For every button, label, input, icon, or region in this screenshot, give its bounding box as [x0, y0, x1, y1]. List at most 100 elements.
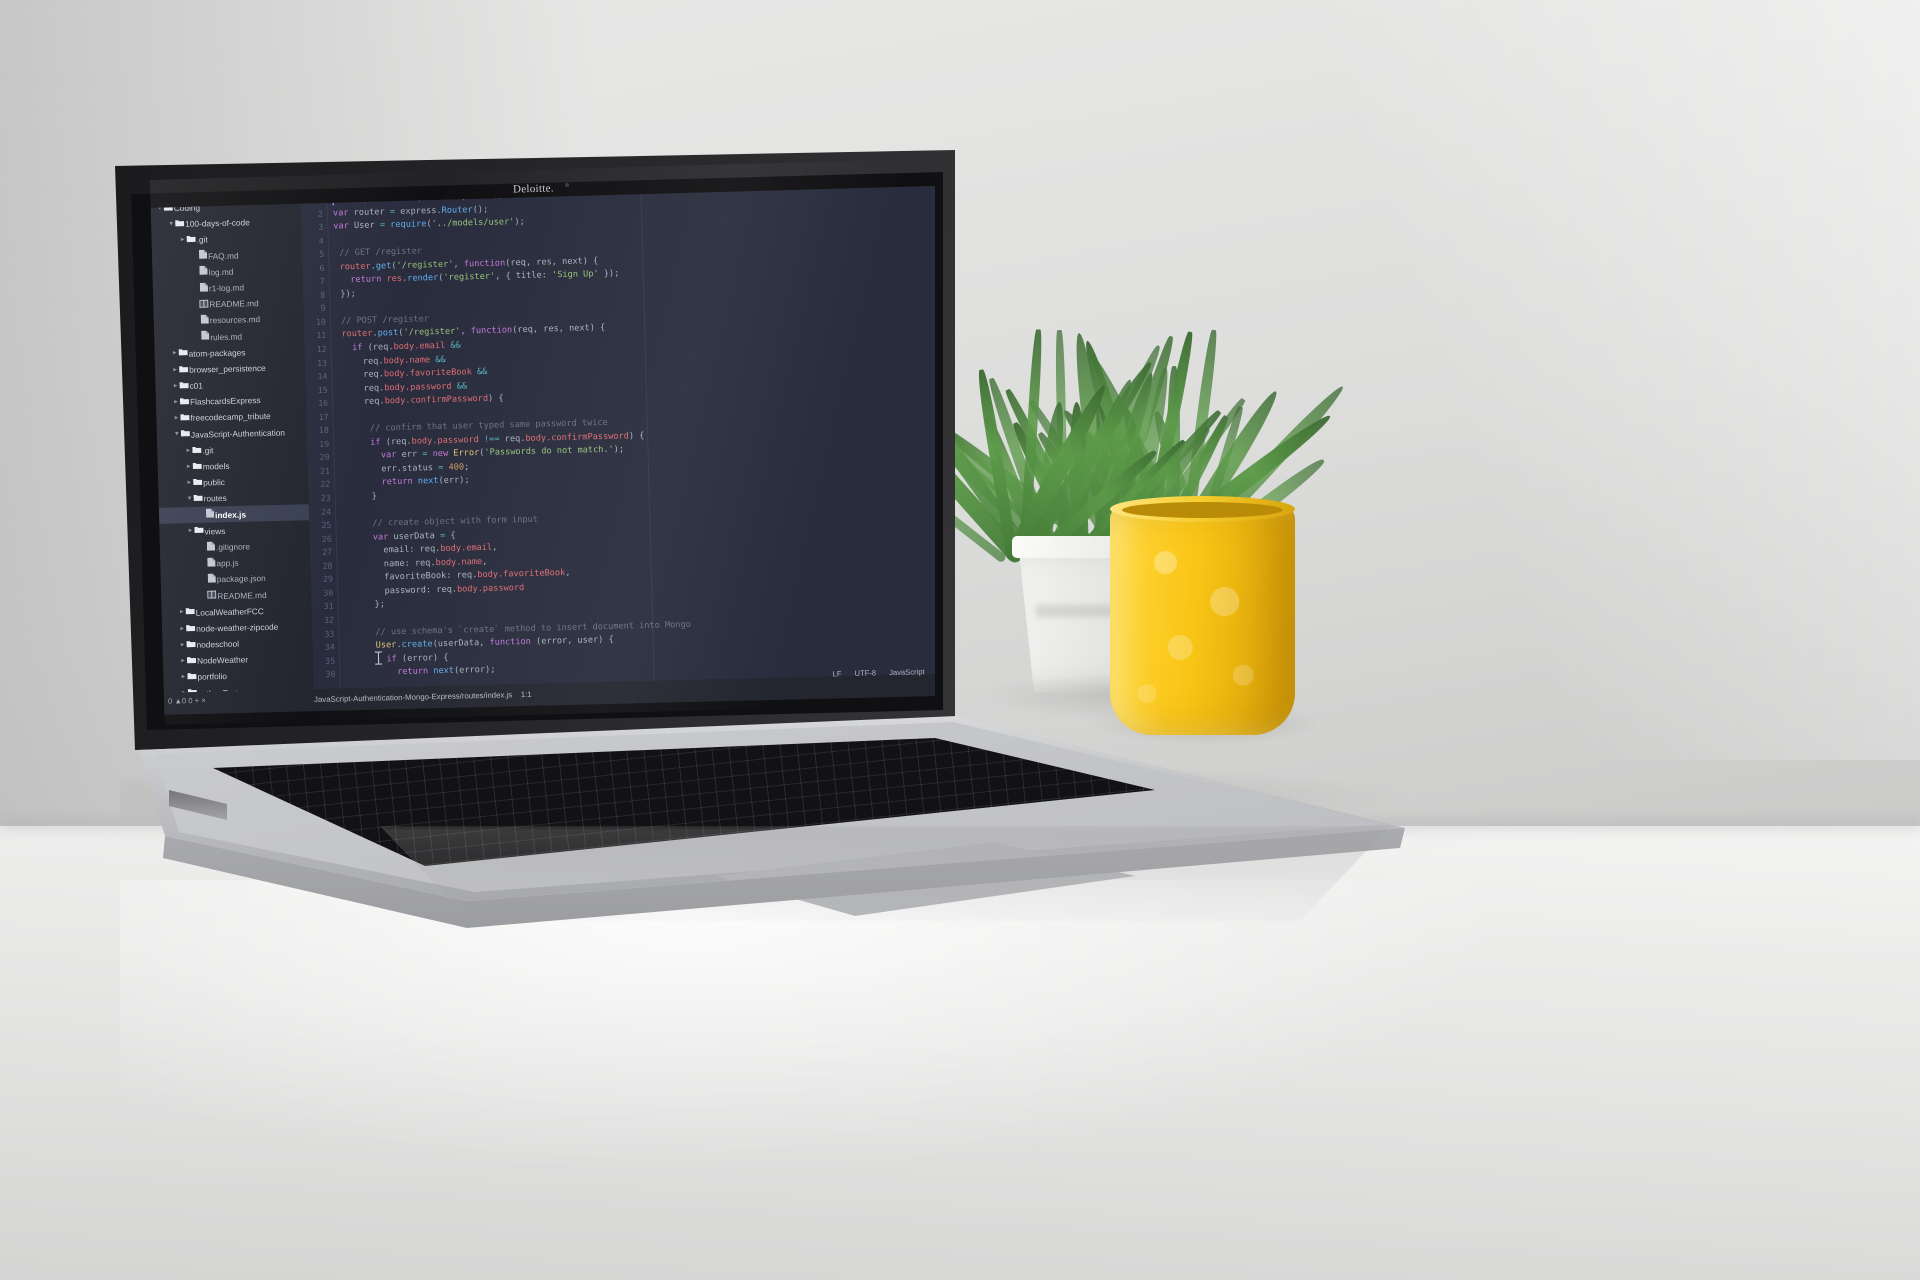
- tree-item-label: c01: [189, 380, 204, 391]
- line-number: 32: [323, 614, 335, 625]
- tree-item-label: browser_persistence: [189, 362, 266, 375]
- tree-item-label: FAQ.md: [207, 250, 239, 261]
- file-icon: [197, 248, 208, 264]
- line-number: 10: [315, 316, 327, 327]
- folder-icon: [185, 232, 196, 248]
- laptop: Deloitte. log.md index.js Project ▾Codin…: [95, 150, 1425, 928]
- line-number: 9: [320, 303, 326, 314]
- folder-icon: [191, 442, 202, 458]
- line-number: 26: [321, 533, 332, 544]
- folder-icon: [180, 426, 191, 442]
- tree-item-label: .gitignore: [215, 541, 251, 553]
- file-tree[interactable]: ▾ Coding ▾ 100-days-of-code ▸ .git FAQ.md log.m…: [151, 196, 315, 701]
- tree-item-label: views: [204, 525, 226, 537]
- line-number: 11: [316, 330, 327, 341]
- line-number: 25: [321, 519, 332, 531]
- file-icon: [204, 507, 215, 523]
- line-number: 16: [318, 397, 329, 409]
- line-number: 15: [317, 384, 328, 395]
- tree-item-label: app.js: [216, 557, 239, 569]
- folder-icon: [186, 653, 197, 669]
- tree-item-label: NodeWeather: [196, 654, 249, 666]
- git-added-icon: +: [194, 695, 200, 706]
- tree-item-label: .git: [196, 234, 208, 245]
- code-text: };: [343, 599, 386, 611]
- tree-item-label: LocalWeatherFCC: [195, 605, 264, 618]
- line-number: 6: [319, 262, 325, 273]
- status-encoding[interactable]: UTF-8: [854, 668, 876, 678]
- folder-icon: [179, 394, 190, 410]
- code-lines[interactable]: 1var express = require('express');2var r…: [300, 186, 935, 682]
- tree-item-label: atom-packages: [188, 347, 246, 359]
- git-removed-icon: ×: [201, 695, 206, 705]
- tree-item-label: FlashcardsExpress: [189, 395, 261, 408]
- line-number: 19: [319, 438, 330, 449]
- laptop-brand-label: Deloitte.: [512, 182, 555, 196]
- line-number: 27: [322, 546, 333, 558]
- file-icon: [199, 329, 210, 345]
- line-number: 20: [319, 452, 330, 463]
- tree-item-label: routes: [203, 493, 227, 504]
- file-icon: [206, 588, 217, 604]
- line-number: 35: [325, 655, 336, 666]
- folder-icon: [178, 362, 189, 378]
- line-number: 36: [325, 668, 336, 679]
- tree-item-label: portfolio: [197, 671, 228, 683]
- webcam-icon: [565, 183, 569, 187]
- line-number: 28: [322, 560, 333, 571]
- tree-item-label: index.js: [214, 509, 247, 520]
- file-icon: [205, 539, 216, 555]
- folder-icon: [192, 459, 203, 475]
- status-diagnostics[interactable]: 0 ▲0 0 + ×: [168, 696, 206, 706]
- tree-item-label: README.md: [209, 298, 259, 310]
- status-line-ending[interactable]: LF: [832, 669, 841, 678]
- line-number: 2: [317, 208, 324, 219]
- line-number: 24: [321, 506, 332, 517]
- code-text: return next(error);: [345, 664, 496, 679]
- status-right-group: LF UTF-8 JavaScript 0 files: [821, 666, 935, 678]
- tree-item-label: r1-log.md: [208, 282, 245, 294]
- tree-item-label: rules.md: [210, 331, 243, 342]
- tree-item-label: log.md: [208, 266, 234, 278]
- tree-item-label: 100-days-of-code: [185, 217, 250, 230]
- status-grammar[interactable]: JavaScript: [889, 667, 925, 677]
- folder-icon: [185, 637, 196, 653]
- line-number: 13: [317, 357, 328, 368]
- code-text: }: [340, 491, 378, 503]
- file-icon: [205, 555, 216, 571]
- status-cursor-position[interactable]: 1:1: [521, 690, 532, 699]
- tree-item-label: public: [203, 477, 226, 488]
- tree-item-label: .git: [202, 445, 214, 456]
- line-number: 29: [322, 573, 333, 585]
- folder-icon: [174, 216, 185, 232]
- laptop-screen: log.md index.js Project ▾Coding▾100-days…: [150, 186, 935, 720]
- status-warning-count: 0: [181, 696, 187, 706]
- line-number: 31: [323, 601, 334, 612]
- tree-item-label: models: [202, 460, 230, 472]
- code-editor-area[interactable]: 1var express = require('express');2var r…: [300, 186, 935, 690]
- folder-icon: [185, 621, 196, 637]
- folder-icon: [186, 669, 197, 685]
- status-error-count: 0: [188, 696, 193, 706]
- status-file-path: JavaScript-Authentication-Mongo-Express/…: [314, 690, 532, 704]
- tree-item-label: nodeschool: [196, 638, 240, 650]
- status-bug-count: 0: [167, 696, 173, 706]
- file-icon: [197, 264, 208, 280]
- line-number: 33: [324, 628, 335, 639]
- folder-icon: [192, 475, 203, 491]
- line-number: 23: [320, 492, 331, 503]
- folder-icon: [179, 410, 190, 426]
- line-number: 12: [316, 343, 327, 354]
- line-number: 5: [318, 248, 325, 260]
- tree-item-label: node-weather-zipcode: [196, 621, 279, 634]
- status-path-text: JavaScript-Authentication-Mongo-Express/…: [313, 690, 513, 705]
- line-number: 4: [318, 235, 324, 246]
- line-number: 17: [318, 411, 329, 422]
- tree-item-label: README.md: [217, 589, 267, 601]
- code-text: });: [335, 288, 356, 300]
- file-icon: [206, 572, 217, 588]
- tree-item-label: package.json: [216, 573, 266, 585]
- project-tree-panel: Project ▾Coding▾100-days-of-code▸.gitFAQ…: [150, 186, 315, 715]
- tree-item-label: JavaScript-Authentication: [190, 427, 286, 440]
- line-number: 30: [323, 587, 334, 598]
